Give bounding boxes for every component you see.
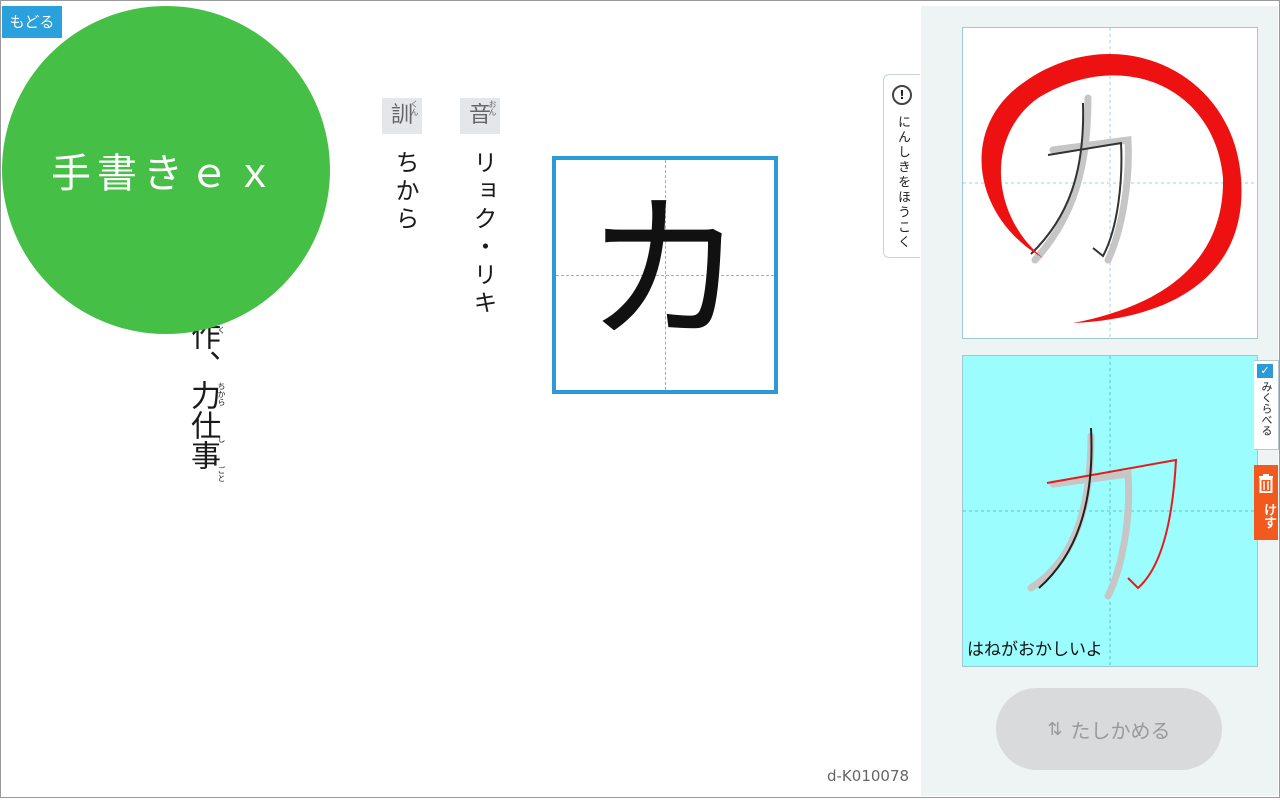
app-badge: 手書きｅｘ xyxy=(2,6,330,334)
erase-button[interactable]: けす xyxy=(1254,465,1278,540)
kanji-character: カ xyxy=(584,177,745,364)
check-button[interactable]: ⇅ たしかめる xyxy=(996,688,1222,770)
erase-label: けす xyxy=(1261,503,1276,529)
practice-drawing xyxy=(963,356,1257,666)
kanji-model-box: カ xyxy=(552,156,778,394)
back-button[interactable]: もどる xyxy=(2,6,62,38)
on-reading-label: 音 おん xyxy=(460,98,500,134)
feedback-message: はねがおかしいよ xyxy=(967,640,1103,660)
answer-drawing xyxy=(963,28,1257,338)
trash-icon xyxy=(1259,474,1273,493)
report-label: にんしきをほうこく xyxy=(895,115,910,250)
example-ruby-4: ごと xyxy=(217,466,226,482)
answer-panel xyxy=(962,27,1258,339)
compare-label: みくらべる xyxy=(1260,381,1273,436)
kun-label-ruby: くん xyxy=(410,100,419,116)
swap-arrows-icon: ⇅ xyxy=(1047,718,1063,740)
example-ruby-2: ちから xyxy=(217,382,226,406)
report-recognition-tab[interactable]: ! にんしきをほうこく xyxy=(883,74,920,258)
alert-icon: ! xyxy=(892,85,912,105)
example-ruby-1: く xyxy=(217,326,226,334)
kun-reading-text: ちから xyxy=(391,150,419,234)
on-label-ruby: おん xyxy=(488,100,497,116)
practice-canvas[interactable]: はねがおかしいよ xyxy=(962,355,1258,667)
kun-reading-label: 訓 くん xyxy=(382,98,422,134)
example-ruby-3: し xyxy=(217,435,226,443)
checkmark-icon: ✓ xyxy=(1257,364,1273,378)
example-words: 作、力仕事 く ちから し ごと xyxy=(180,320,240,500)
content-code: d-K010078 xyxy=(827,767,910,785)
on-reading-text: リョク・リキ xyxy=(469,150,497,318)
compare-toggle[interactable]: ✓ みくらべる xyxy=(1254,360,1279,450)
check-button-label: たしかめる xyxy=(1070,718,1171,743)
